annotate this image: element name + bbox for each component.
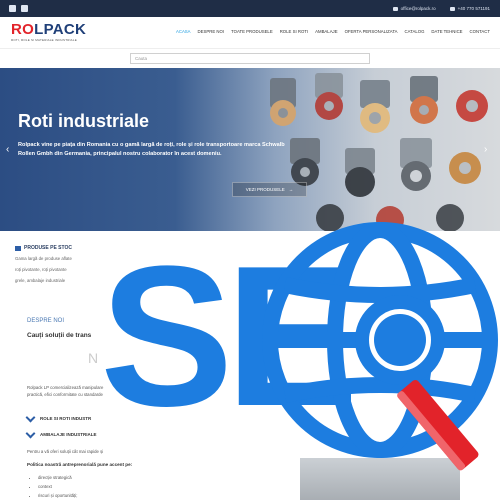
top-bar: office@rolpack.ro +40 770 571191 [0,0,500,17]
search-input[interactable]: Cauta [130,53,370,64]
logo-tagline: ROTI, ROLE SI MATERIALE INDUSTRIALE [11,38,77,42]
nav-item-despre-noi[interactable]: DESPRE NOI [198,29,225,34]
solutions-paragraph: Pentru a vă oferi soluții cât mai rapide… [27,449,104,454]
globe-icon [262,222,498,458]
magnifier-icon [355,295,479,471]
slider-next-icon[interactable]: › [484,145,492,155]
about-label: DESPRE NOI [27,318,65,324]
email-text: office@rolpack.ro [400,6,436,11]
nav-item-ambalaje[interactable]: AMBALAJE [315,29,337,34]
check-icon [25,428,36,438]
seo-letters: SE [100,225,351,448]
view-products-label: VEZI PRODUSELE [245,187,285,192]
nav-item-date-tehnice[interactable]: DATE TEHNICE [431,29,462,34]
stock-products-line: roți pivotante, roți pivotante [15,267,67,272]
feature-packaging: AMBALAJE INDUSTRIALE [25,428,97,438]
arrow-right-icon: → [288,187,294,192]
nav-item-acasa[interactable]: ACASA [176,29,191,34]
hero-banner: ‹ › Roti industriale Rolpack vine pe pia… [0,68,500,231]
stock-products-line: Gama largă de produse aflate [15,256,72,261]
logo-wordmark: ROLPACK [11,21,87,38]
contact-info: office@rolpack.ro +40 770 571191 [392,0,490,17]
truck-icon [15,245,21,251]
about-paragraph: Rolpack LP comercializează manipulare pr… [27,385,104,397]
nav-item-catalog[interactable]: CATALOG [405,29,425,34]
list-item: riscuri și oportunități; [38,491,77,500]
main-nav: ACASA DESPRE NOI TOATE PRODUSELE ROLE SI… [176,29,490,34]
nav-item-toate-produsele[interactable]: TOATE PRODUSELE [231,29,273,34]
phone-link[interactable]: +40 770 571191 [449,6,490,11]
list-item: context [38,482,77,491]
nav-item-oferta[interactable]: OFERTA PERSONALIZATA [345,29,398,34]
phone-text: +40 770 571191 [457,6,490,11]
view-products-button[interactable]: VEZI PRODUSELE → [232,182,307,197]
stock-products-block: PRODUSE PE STOC Gama largă de produse af… [15,245,110,297]
about-title: Cauți soluții de trans [27,332,92,339]
hero-title: Roti industriale [18,111,150,131]
check-icon [25,412,36,422]
slider-prev-icon[interactable]: ‹ [6,145,14,155]
nav-item-contact[interactable]: CONTACT [470,29,490,34]
policy-heading: Politica noastră antreprenorială pune ac… [27,462,133,467]
stock-products-line: grele, ambalaje industriale [15,278,66,283]
policy-list: direcție strategică context riscuri și o… [34,473,77,500]
stock-products-title: PRODUSE PE STOC [15,245,110,251]
linkedin-icon[interactable] [21,5,28,12]
about-heading-fragment: N [88,350,99,366]
mail-icon [392,6,398,11]
header: ROLPACK ROTI, ROLE SI MATERIALE INDUSTRI… [0,17,500,49]
feature-roles-wheels: ROLE SI ROTI INDUSTR [25,412,91,422]
list-item: direcție strategică [38,473,77,482]
email-link[interactable]: office@rolpack.ro [392,6,436,11]
hero-description: Rolpack vine pe piața din Romania cu o g… [18,142,285,157]
facebook-icon[interactable] [9,5,16,12]
nav-item-role-si-roti[interactable]: ROLE SI ROTI [280,29,308,34]
phone-icon [449,6,455,11]
products-collage-image [300,458,460,500]
social-links [9,5,28,12]
logo[interactable]: ROLPACK ROTI, ROLE SI MATERIALE INDUSTRI… [11,21,87,46]
